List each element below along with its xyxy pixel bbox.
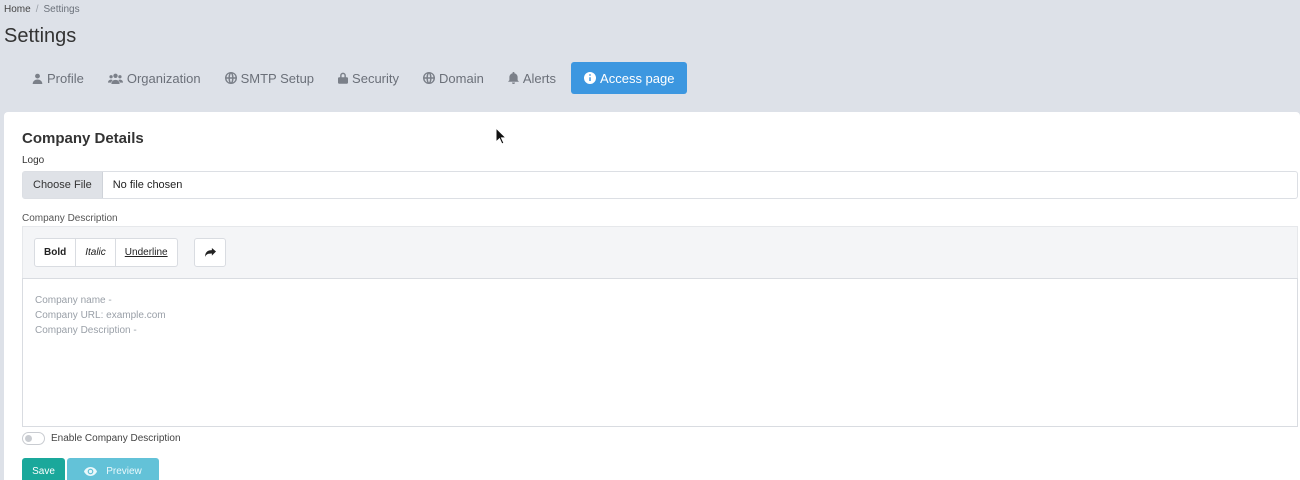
tab-profile[interactable]: Profile: [20, 62, 96, 94]
logo-label: Logo: [22, 155, 45, 166]
tab-label: Profile: [47, 70, 84, 86]
enable-description-toggle[interactable]: [22, 432, 45, 445]
breadcrumb-home[interactable]: Home: [4, 4, 31, 15]
editor-line: Company Description -: [35, 325, 137, 336]
tab-smtp-setup[interactable]: SMTP Setup: [213, 62, 326, 94]
tab-alerts[interactable]: Alerts: [496, 62, 568, 94]
editor-line: Company name -: [35, 295, 112, 306]
tab-label: Security: [352, 70, 400, 86]
tab-label: SMTP Setup: [240, 70, 315, 86]
breadcrumb-current: Settings: [43, 4, 80, 15]
enable-description-row: Enable Company Description: [22, 432, 181, 445]
bold-button[interactable]: Bold: [34, 238, 77, 267]
tab-label: Access page: [600, 70, 675, 86]
section-title: Company Details: [22, 130, 144, 147]
settings-tabs: Profile Organization SMTP Setup Security…: [20, 62, 688, 94]
bell-icon: [508, 72, 519, 84]
info-circle-icon: [584, 72, 597, 84]
tab-label: Organization: [126, 70, 201, 86]
tab-access-page[interactable]: Access page: [571, 62, 688, 94]
editor-line: Company URL: example.com: [35, 310, 166, 321]
format-button-group: Bold Italic Underline: [34, 238, 178, 267]
user-icon: [32, 73, 43, 84]
mouse-cursor-icon: [495, 127, 507, 145]
tab-security[interactable]: Security: [326, 62, 411, 94]
tab-label: Alerts: [522, 70, 557, 86]
globe-icon: [423, 72, 436, 84]
logo-file-input[interactable]: Choose File No file chosen: [22, 171, 1298, 199]
tab-domain[interactable]: Domain: [411, 62, 496, 94]
choose-file-button[interactable]: Choose File: [23, 172, 103, 198]
lock-icon: [338, 72, 349, 84]
eye-icon: [84, 466, 98, 476]
tab-label: Domain: [439, 70, 484, 86]
globe-icon: [224, 72, 237, 84]
redo-button[interactable]: [194, 238, 226, 267]
company-description-editor[interactable]: Company name - Company URL: example.com …: [22, 278, 1298, 427]
file-status: No file chosen: [112, 179, 183, 191]
toggle-label: Enable Company Description: [51, 433, 181, 444]
redo-icon: [204, 248, 216, 257]
company-description-label: Company Description: [22, 213, 118, 224]
editor-toolbar: Bold Italic Underline: [22, 226, 1298, 278]
page-title: Settings: [4, 25, 77, 47]
company-details-panel: Company Details Logo Choose File No file…: [4, 112, 1300, 480]
save-button[interactable]: Save: [22, 458, 65, 480]
underline-button[interactable]: Underline: [115, 238, 178, 267]
users-icon: [107, 73, 123, 84]
preview-label: Preview: [106, 465, 142, 477]
italic-button[interactable]: Italic: [76, 238, 116, 267]
tab-organization[interactable]: Organization: [96, 62, 213, 94]
breadcrumb: Home / Settings: [4, 4, 80, 15]
preview-button[interactable]: Preview: [67, 458, 159, 480]
breadcrumb-separator: /: [35, 4, 39, 15]
